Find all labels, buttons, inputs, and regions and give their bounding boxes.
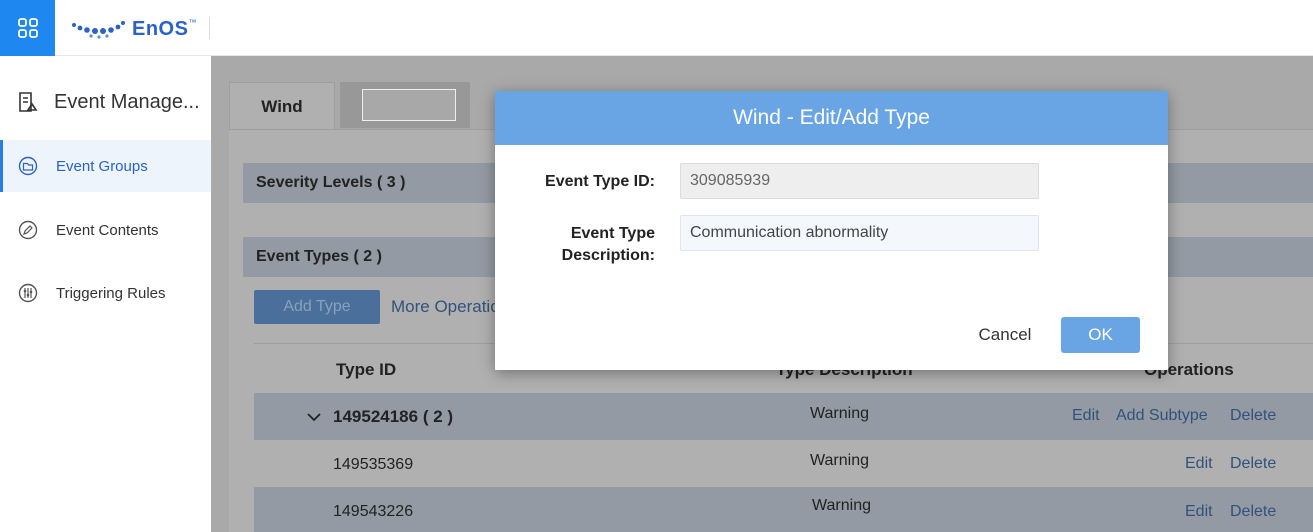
- sidebar-item-label: Triggering Rules: [56, 284, 166, 302]
- sidebar-item-event-groups[interactable]: Event Groups: [0, 140, 211, 192]
- edit-type-dialog: Wind - Edit/Add Type Event Type ID: 3090…: [495, 91, 1168, 370]
- event-type-description-label: Event Type Description:: [495, 223, 655, 267]
- add-type-button[interactable]: Add Type: [254, 290, 380, 324]
- add-subtype-link[interactable]: Add Subtype: [1116, 407, 1208, 425]
- edit-link[interactable]: Edit: [1185, 503, 1213, 521]
- sliders-icon: [18, 283, 38, 303]
- sidebar-item-label: Event Groups: [56, 157, 148, 175]
- enos-logo[interactable]: EnOS™: [70, 16, 197, 42]
- label-line: Description:: [561, 247, 655, 264]
- ok-button[interactable]: OK: [1061, 317, 1140, 353]
- event-type-id-field: 309085939: [680, 163, 1039, 199]
- tab-wind[interactable]: Wind: [229, 82, 335, 130]
- sidebar-item-triggering-rules[interactable]: Triggering Rules: [0, 267, 211, 319]
- delete-link[interactable]: Delete: [1230, 407, 1276, 425]
- sidebar-title[interactable]: Event Manage...: [0, 80, 211, 124]
- type-description-cell: Warning: [810, 405, 869, 422]
- edit-link[interactable]: Edit: [1185, 455, 1213, 473]
- cancel-button[interactable]: Cancel: [965, 318, 1045, 352]
- sidebar-item-label: Event Contents: [56, 221, 159, 239]
- table-row: 149543226 Warning Edit Delete: [254, 487, 1313, 532]
- edit-link[interactable]: Edit: [1072, 407, 1100, 425]
- table-row: 149535369 Warning Edit Delete: [254, 440, 1313, 487]
- event-types-table: Type ID Type Description Operations 1495…: [254, 343, 1313, 532]
- label-line: Event Type: [570, 225, 655, 242]
- top-header: EnOS™: [0, 0, 1313, 56]
- brand-name: EnOS™: [132, 17, 197, 40]
- grid-icon: [17, 18, 38, 38]
- tab-name-input[interactable]: [362, 89, 456, 121]
- dialog-title: Wind - Edit/Add Type: [495, 91, 1168, 145]
- delete-link[interactable]: Delete: [1230, 503, 1276, 521]
- event-type-description-field[interactable]: Communication abnormality: [680, 215, 1039, 251]
- column-header-type-id: Type ID: [336, 360, 397, 379]
- table-row: 149524186 ( 2 ) Warning Edit Add Subtype…: [254, 393, 1313, 440]
- sidebar: Event Manage... Event Groups Event Conte…: [0, 56, 211, 532]
- tab-unnamed[interactable]: [340, 82, 470, 128]
- report-icon: [19, 92, 38, 112]
- delete-link[interactable]: Delete: [1230, 455, 1276, 473]
- folder-icon: [18, 156, 38, 176]
- type-description-cell: Warning: [810, 452, 869, 469]
- chevron-down-icon[interactable]: [307, 412, 321, 422]
- type-id-cell: 149543226: [333, 503, 414, 520]
- sidebar-item-event-contents[interactable]: Event Contents: [0, 204, 211, 256]
- header-divider: [209, 17, 210, 39]
- sidebar-title-label: Event Manage...: [54, 90, 200, 113]
- type-id-cell: 149524186 ( 2 ): [333, 407, 454, 426]
- app-launcher-button[interactable]: [0, 0, 55, 56]
- logo-dots-icon: [72, 21, 125, 39]
- type-id-cell: 149535369: [333, 456, 414, 473]
- event-type-id-label: Event Type ID:: [545, 173, 655, 190]
- edit-icon: [18, 220, 38, 240]
- type-description-cell: Warning: [812, 497, 871, 514]
